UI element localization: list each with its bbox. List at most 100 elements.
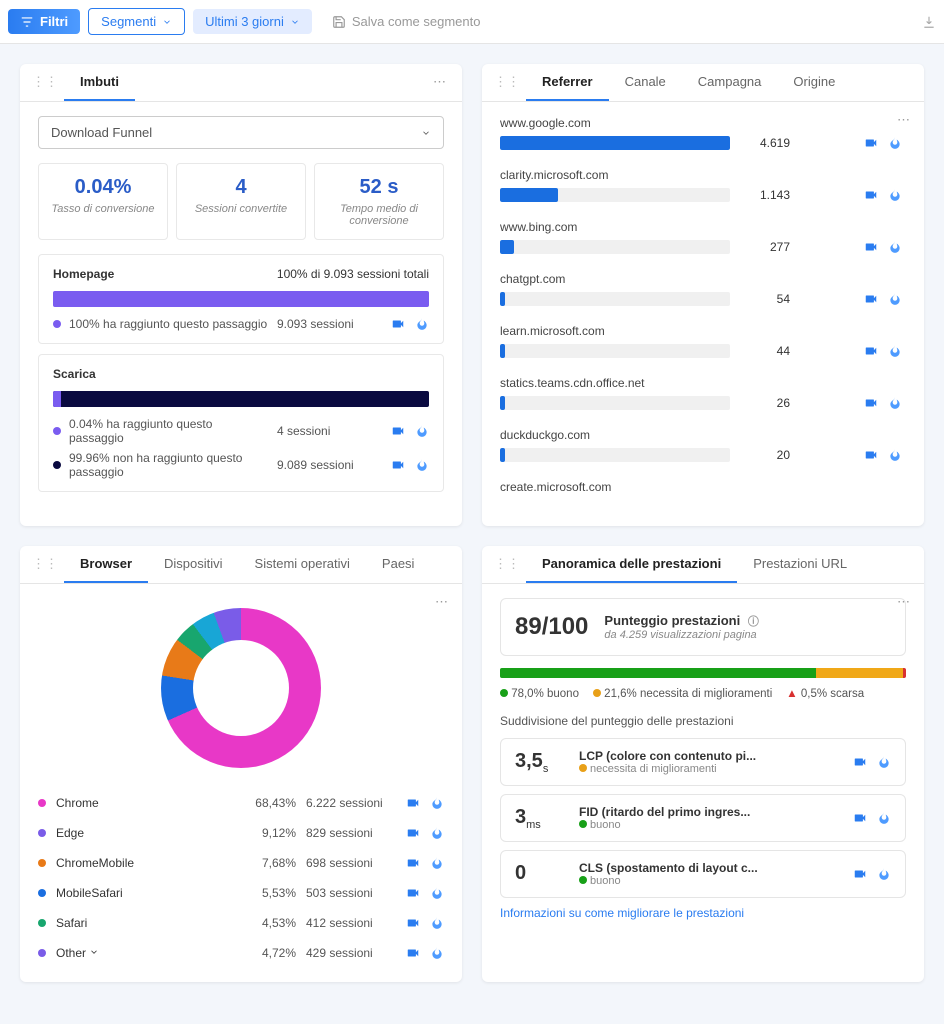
score-value: 89/100 [515,613,588,641]
recordings-icon[interactable] [864,188,878,202]
more-icon[interactable]: ⋯ [419,64,462,101]
recordings-icon[interactable] [864,396,878,410]
tab-sistemi operativi[interactable]: Sistemi operativi [239,546,366,583]
referrer-bar [500,448,730,462]
recordings-icon[interactable] [406,946,420,960]
recordings-icon[interactable] [864,344,878,358]
browser-card: ⋮⋮ BrowserDispositiviSistemi operativiPa… [20,546,462,982]
heatmap-icon[interactable] [430,886,444,900]
referrer-bar [500,344,730,358]
heatmap-icon[interactable] [888,344,902,358]
tab-canale[interactable]: Canale [609,64,682,101]
recordings-icon[interactable] [406,856,420,870]
recordings-icon[interactable] [853,811,867,825]
heatmap-icon[interactable] [430,796,444,810]
recordings-icon[interactable] [864,292,878,306]
heatmap-icon[interactable] [877,867,891,881]
segments-label: Segmenti [101,14,156,29]
heatmap-icon[interactable] [877,811,891,825]
browser-row: Chrome 68,43% 6.222 sessioni [38,788,444,818]
heatmap-icon[interactable] [415,458,429,472]
tab-campagna[interactable]: Campagna [682,64,778,101]
funnel-selector-label: Download Funnel [51,125,152,140]
funnel-bar [53,291,429,307]
recordings-icon[interactable] [864,448,878,462]
tab-referrer[interactable]: Referrer [526,64,609,101]
heatmap-icon[interactable] [430,826,444,840]
referrer-bar [500,292,730,306]
metric-label: Tasso di conversione [47,203,159,215]
chevron-down-icon[interactable] [89,947,99,957]
more-icon[interactable]: ⋯ [435,594,450,610]
perf-improve-link[interactable]: Informazioni su come migliorare le prest… [500,906,906,920]
legend-item: 21,6% necessita di miglioramenti [593,688,772,700]
chevron-down-icon [421,128,431,138]
funnel-metric: 4 Sessioni convertite [176,163,306,240]
heatmap-icon[interactable] [430,946,444,960]
grip-icon[interactable]: ⋮⋮ [482,64,526,101]
legend-item: 78,0% buono [500,688,579,700]
filter-icon [20,15,34,29]
referrer-card: ⋮⋮ ReferrerCanaleCampagnaOrigine ⋯ www.g… [482,64,924,526]
metric-label: Sessioni convertite [185,203,297,215]
heatmap-icon[interactable] [888,240,902,254]
tab-paesi[interactable]: Paesi [366,546,431,583]
recordings-icon[interactable] [406,886,420,900]
recordings-icon[interactable] [406,796,420,810]
referrer-item: www.bing.com 277 [500,220,902,254]
recordings-icon[interactable] [864,136,878,150]
heatmap-icon[interactable] [888,448,902,462]
recordings-icon[interactable] [406,916,420,930]
funnel-selector[interactable]: Download Funnel [38,116,444,149]
grip-icon[interactable]: ⋮⋮ [20,64,64,101]
recordings-icon[interactable] [406,826,420,840]
recordings-icon[interactable] [391,458,405,472]
chevron-down-icon [290,17,300,27]
recordings-icon[interactable] [853,755,867,769]
referrer-item: chatgpt.com 54 [500,272,902,306]
filter-label: Filtri [40,14,68,29]
heatmap-icon[interactable] [888,292,902,306]
metric-value: 0.04% [47,176,159,199]
referrer-item: clarity.microsoft.com 1.143 [500,168,902,202]
perf-metric: 3ms FID (ritardo del primo ingres... buo… [500,794,906,842]
heatmap-icon[interactable] [888,188,902,202]
timerange-button[interactable]: Ultimi 3 giorni [193,9,312,34]
recordings-icon[interactable] [853,867,867,881]
performance-score: 89/100 Punteggio prestazioni ⓘ da 4.259 … [500,598,906,656]
heatmap-icon[interactable] [877,755,891,769]
save-segment-label: Salva come segmento [352,14,481,29]
tab-dispositivi[interactable]: Dispositivi [148,546,239,583]
filter-button[interactable]: Filtri [8,9,80,34]
more-icon[interactable]: ⋯ [897,594,912,610]
tab-perf-1[interactable]: Prestazioni URL [737,546,863,583]
segments-button[interactable]: Segmenti [88,8,185,35]
recordings-icon[interactable] [391,317,405,331]
heatmap-icon[interactable] [415,317,429,331]
heatmap-icon[interactable] [430,856,444,870]
metric-value: 52 s [323,176,435,199]
save-segment-button[interactable]: Salva come segmento [320,9,493,34]
heatmap-icon[interactable] [415,424,429,438]
heatmap-icon[interactable] [888,136,902,150]
referrer-bar [500,240,730,254]
funnel-card: ⋮⋮ Imbuti ⋯ Download Funnel 0.04% Tasso … [20,64,462,526]
funnel-step-row: 100% ha raggiunto questo passaggio 9.093… [53,317,429,331]
tab-origine[interactable]: Origine [777,64,851,101]
heatmap-icon[interactable] [888,396,902,410]
funnel-metric: 52 s Tempo medio di conversione [314,163,444,240]
tab-browser[interactable]: Browser [64,546,148,583]
recordings-icon[interactable] [391,424,405,438]
more-icon[interactable]: ⋯ [897,112,912,128]
referrer-bar [500,396,730,410]
grip-icon[interactable]: ⋮⋮ [20,546,64,583]
tab-perf-0[interactable]: Panoramica delle prestazioni [526,546,737,583]
tab-funnel[interactable]: Imbuti [64,64,135,101]
info-icon[interactable]: ⓘ [748,616,759,628]
grip-icon[interactable]: ⋮⋮ [482,546,526,583]
performance-bar [500,668,906,678]
recordings-icon[interactable] [864,240,878,254]
download-icon[interactable] [922,15,936,29]
heatmap-icon[interactable] [430,916,444,930]
funnel-step: Homepage100% di 9.093 sessioni totali 10… [38,254,444,344]
